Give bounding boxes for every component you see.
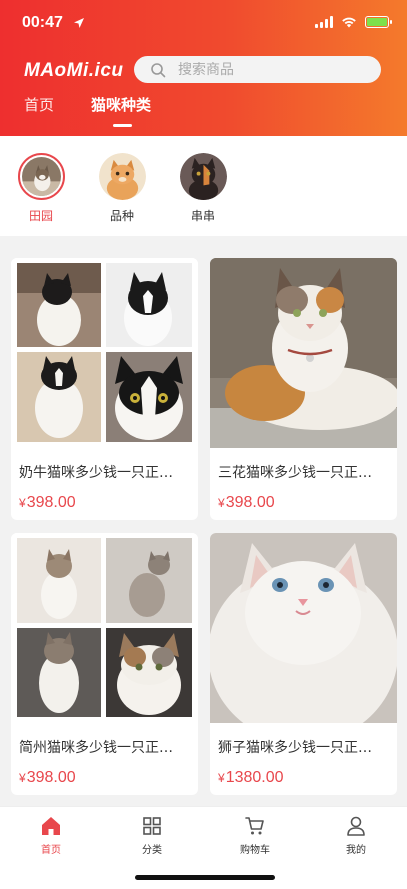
product-card[interactable]: 奶牛猫咪多少钱一只正… ¥398.00 <box>11 258 198 520</box>
product-card[interactable]: 简州猫咪多少钱一只正… ¥398.00 <box>11 533 198 795</box>
cart-icon <box>245 817 264 835</box>
category-mixed[interactable]: 串串 <box>173 153 233 224</box>
nav-category[interactable]: 分类 <box>122 815 182 856</box>
currency-symbol: ¥ <box>19 771 26 785</box>
product-image <box>11 533 198 723</box>
category-label: 串串 <box>190 209 215 223</box>
product-title: 简州猫咪多少钱一只正… <box>19 740 173 756</box>
product-price: ¥1380.00 <box>210 769 397 787</box>
cat-photo <box>21 157 61 196</box>
search-input[interactable] <box>178 61 358 78</box>
top-tabs: 首页 猫咪种类 <box>0 94 407 136</box>
wifi-icon <box>342 17 356 28</box>
status-bar: 00:47 <box>0 0 407 48</box>
category-avatar <box>17 153 65 200</box>
currency-symbol: ¥ <box>19 496 26 510</box>
cat-photo <box>98 153 146 200</box>
category-breed[interactable]: 品种 <box>92 153 152 224</box>
product-image <box>210 258 397 448</box>
product-title: 奶牛猫咪多少钱一只正… <box>19 465 173 481</box>
nav-label: 购物车 <box>240 845 270 856</box>
category-avatar <box>179 153 227 200</box>
product-image <box>210 533 397 723</box>
battery-charging-icon <box>365 16 392 28</box>
nav-label: 分类 <box>142 845 162 856</box>
user-icon <box>347 816 365 836</box>
logo: MAoMi.icu <box>24 60 124 81</box>
price-value: 398.00 <box>26 769 76 786</box>
home-icon <box>42 817 60 835</box>
product-price: ¥398.00 <box>11 494 198 512</box>
tab-cat-types[interactable]: 猫咪种类 <box>91 94 151 115</box>
category-tianyuan[interactable]: 田园 <box>11 153 71 224</box>
price-value: 398.00 <box>225 494 275 511</box>
status-time: 00:47 <box>22 14 63 31</box>
grid-icon <box>143 817 161 835</box>
nav-mine[interactable]: 我的 <box>326 815 386 856</box>
product-image <box>11 258 198 448</box>
nav-label: 我的 <box>346 845 366 856</box>
location-arrow-icon <box>74 18 84 28</box>
search-bar[interactable] <box>134 56 381 83</box>
active-tab-indicator <box>113 124 132 127</box>
product-card[interactable]: 三花猫咪多少钱一只正… ¥398.00 <box>210 258 397 520</box>
search-icon <box>151 62 166 77</box>
product-price: ¥398.00 <box>11 769 198 787</box>
nav-label: 首页 <box>41 845 61 856</box>
price-value: 1380.00 <box>225 769 284 786</box>
product-price: ¥398.00 <box>210 494 397 512</box>
product-title: 狮子猫咪多少钱一只正… <box>218 740 372 756</box>
price-value: 398.00 <box>26 494 76 511</box>
nav-cart[interactable]: 购物车 <box>225 815 285 856</box>
home-indicator <box>135 875 275 880</box>
currency-symbol: ¥ <box>218 771 225 785</box>
category-label: 田园 <box>28 209 53 223</box>
currency-symbol: ¥ <box>218 496 225 510</box>
product-card[interactable]: 狮子猫咪多少钱一只正… ¥1380.00 <box>210 533 397 795</box>
tab-home[interactable]: 首页 <box>24 94 54 115</box>
category-label: 品种 <box>109 209 134 223</box>
header: 00:47 MAoMi.icu 首页 猫咪种类 <box>0 0 407 136</box>
nav-home[interactable]: 首页 <box>21 815 81 856</box>
category-strip: 田园 品种 串串 <box>0 136 407 236</box>
product-title: 三花猫咪多少钱一只正… <box>218 465 372 481</box>
signal-icon <box>315 16 333 28</box>
cat-photo <box>179 153 227 200</box>
category-avatar <box>98 153 146 200</box>
